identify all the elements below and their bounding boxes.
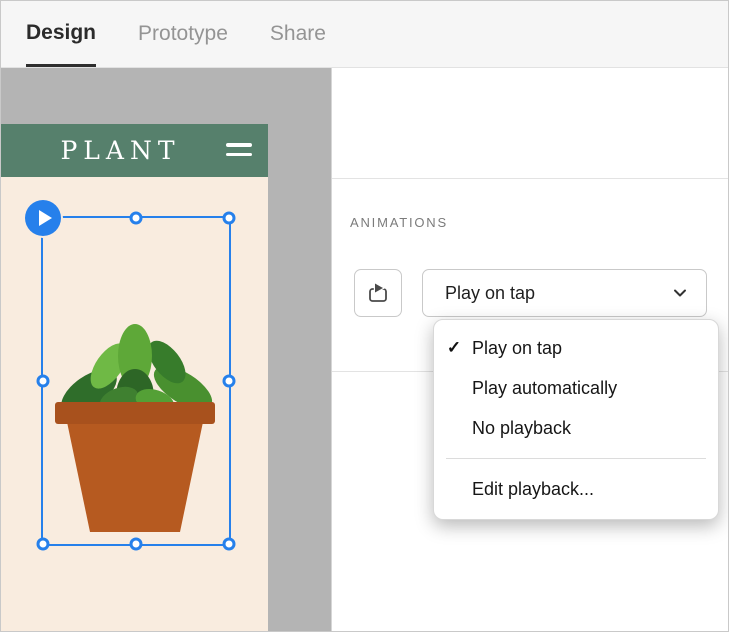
chevron-down-icon <box>672 285 688 301</box>
artboard-title: PLANT <box>60 136 180 165</box>
menu-item-label: No playback <box>464 418 571 439</box>
tab-design[interactable]: Design <box>26 1 96 67</box>
animations-section-title: ANIMATIONS <box>350 215 448 230</box>
selection-handle-bottom-right[interactable] <box>223 538 236 551</box>
top-toolbar: Design Prototype Share <box>1 1 728 68</box>
menu-item-edit-playback[interactable]: Edit playback... <box>434 469 718 509</box>
selection-handle-top-center[interactable] <box>130 212 143 225</box>
hamburger-menu-icon <box>226 143 252 156</box>
playback-dropdown[interactable]: Play on tap <box>422 269 707 317</box>
tab-prototype[interactable]: Prototype <box>138 1 228 67</box>
menu-item-play-automatically[interactable]: Play automatically <box>434 368 718 408</box>
panel-divider-top <box>332 178 728 179</box>
tab-share[interactable]: Share <box>270 1 326 67</box>
selection-handle-middle-right[interactable] <box>223 375 236 388</box>
play-from-frame-icon <box>366 281 390 305</box>
artboard-header: PLANT <box>1 124 268 177</box>
selection-handle-bottom-center[interactable] <box>130 538 143 551</box>
checkmark-icon: ✓ <box>434 338 464 358</box>
app-window: Design Prototype Share PLANT <box>0 0 729 632</box>
play-icon <box>39 210 52 226</box>
menu-item-label: Play on tap <box>464 338 562 359</box>
menu-item-label: Edit playback... <box>464 479 594 500</box>
selection-handle-middle-left[interactable] <box>37 375 50 388</box>
selection-handle-bottom-left[interactable] <box>37 538 50 551</box>
menu-separator <box>446 458 706 459</box>
menu-item-play-on-tap[interactable]: ✓ Play on tap <box>434 328 718 368</box>
playback-dropdown-value: Play on tap <box>423 283 672 304</box>
playback-dropdown-menu: ✓ Play on tap Play automatically No play… <box>433 319 719 520</box>
design-canvas[interactable]: PLANT <box>1 68 331 631</box>
selection-box[interactable] <box>41 216 231 546</box>
playback-trigger-button[interactable] <box>354 269 402 317</box>
menu-item-no-playback[interactable]: No playback <box>434 408 718 448</box>
menu-item-label: Play automatically <box>464 378 617 399</box>
play-badge[interactable] <box>25 200 61 236</box>
selection-handle-top-right[interactable] <box>223 212 236 225</box>
